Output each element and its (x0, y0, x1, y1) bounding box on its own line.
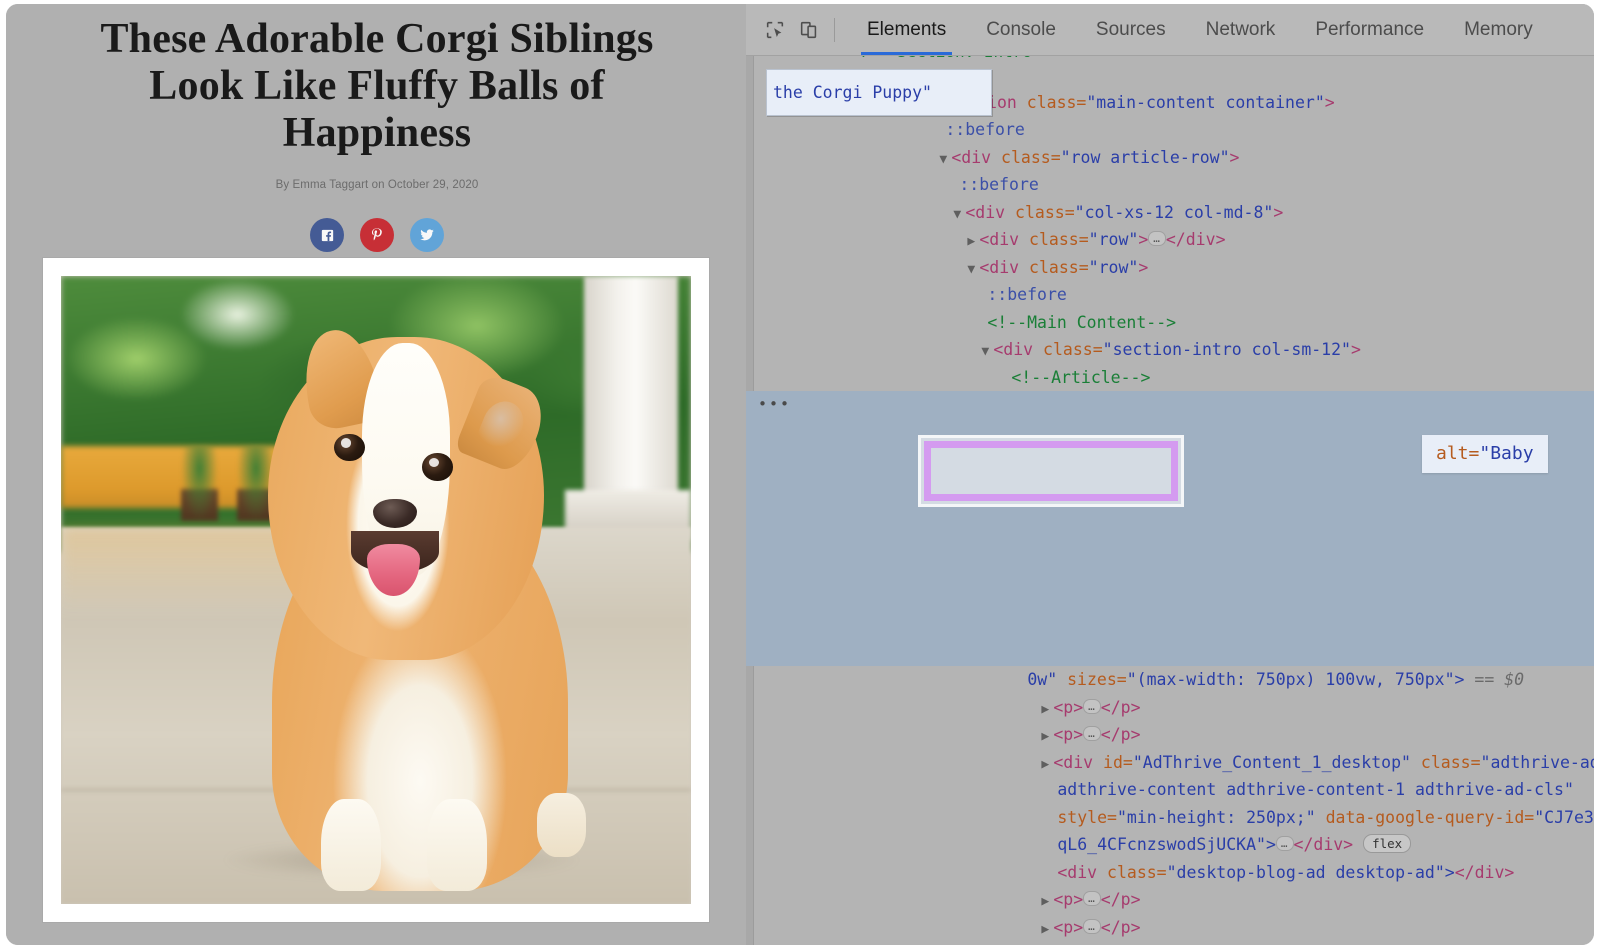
dom-node-section-intro[interactable]: ▼<div class="section-intro col-sm-12"> (746, 309, 1594, 337)
device-toolbar-icon[interactable] (792, 13, 826, 47)
dom-node-row-expanded[interactable]: ▼<div class="row"> (746, 226, 1594, 254)
tab-network[interactable]: Network (1186, 4, 1296, 55)
twitter-share-button[interactable] (410, 218, 444, 252)
dog-nose (373, 499, 417, 528)
photo-potted-plant-left (181, 446, 219, 521)
dom-node-img-line6[interactable]: r-baby-corgi-dogs-8.jpg 750w, https://my… (746, 529, 1594, 557)
dom-node-adthrive-l2[interactable]: adthrive-content adthrive-content-1 adth… (746, 749, 1594, 777)
dom-node-p-5[interactable]: ▶<p>…</p> (746, 914, 1594, 942)
dom-node-article[interactable]: ▼<article class="first-page article "> (746, 364, 1594, 392)
attribute-edit-highlight (918, 435, 1184, 507)
dom-node-img-line10[interactable]: 0w" sizes="(max-width: 750px) 100vw, 750… (746, 639, 1594, 667)
dom-node-img-selected[interactable]: •••<img decoding="async" class="alignnon… (746, 391, 1594, 419)
pinterest-share-button[interactable] (360, 218, 394, 252)
dom-comment-main-content[interactable]: <!--Main Content--> (746, 281, 1594, 309)
facebook-icon (319, 227, 336, 244)
tab-console[interactable]: Console (966, 4, 1076, 55)
dom-node-img-line7[interactable]: p/wp-content/uploads/2020/10/cooper-baby… (746, 556, 1594, 584)
tab-memory[interactable]: Memory (1444, 4, 1553, 55)
suggestion-attr-value: "Baby (1479, 440, 1533, 468)
dog-head (268, 337, 543, 661)
attribute-edit-input[interactable]: the Corgi Puppy" (766, 69, 992, 116)
dom-node-adthrive-l3[interactable]: style="min-height: 250px;" data-google-q… (746, 776, 1594, 804)
pinterest-icon (368, 226, 386, 244)
screenshot-root: These Adorable Corgi Siblings Look Like … (0, 0, 1600, 949)
dog-front-paw-left (321, 799, 381, 891)
dom-node-img-line8[interactable]: 00x300.jpg 300w, https://mymodernmet.com… (746, 584, 1594, 612)
dom-node-p-4[interactable]: ▶<p>…</p> (746, 886, 1594, 914)
dog-eye-left (334, 434, 364, 462)
inspect-element-icon[interactable] (758, 13, 792, 47)
attribute-edit-focus-ring (924, 441, 1178, 501)
dog-tongue (367, 544, 419, 596)
browser-window: These Adorable Corgi Siblings Look Like … (6, 4, 1594, 945)
attribute-suggestion-tooltip[interactable]: alt="Baby (1422, 435, 1548, 473)
node-overflow-dots[interactable]: ••• (758, 391, 791, 419)
article-image-frame (43, 258, 709, 922)
dog-ear-right (453, 372, 551, 477)
dom-node-desktop-ad[interactable]: <div class="desktop-blog-ad desktop-ad">… (746, 831, 1594, 859)
twitter-icon (418, 226, 436, 244)
toolbar-divider (834, 18, 835, 42)
suggestion-attr-name: alt= (1436, 440, 1479, 468)
devtools-toolbar: Elements Console Sources Network Perform… (746, 4, 1594, 56)
dom-node-adthrive[interactable]: ▶<div id="AdThrive_Content_1_desktop" cl… (746, 721, 1594, 749)
devtools-panel: <!-- Section: Intro --> Elements (746, 4, 1594, 945)
tab-performance[interactable]: Performance (1295, 4, 1444, 55)
dom-node-row-collapsed[interactable]: ▶<div class="row">…</div> (746, 199, 1594, 227)
article-page: These Adorable Corgi Siblings Look Like … (6, 4, 746, 945)
article-byline: By Emma Taggart on October 29, 2020 (52, 179, 702, 191)
corgi-puppy-image[interactable] (61, 276, 691, 904)
dom-tree[interactable]: ▼<section class="main-content container"… (746, 56, 1594, 945)
dog-front-paw-right (427, 799, 487, 891)
corgi-puppy-figure (244, 314, 597, 892)
dom-comment-article[interactable]: <!--Article--> (746, 336, 1594, 364)
tab-elements[interactable]: Elements (847, 4, 966, 55)
dom-node-col[interactable]: ▼<div class="col-xs-12 col-md-8"> (746, 171, 1594, 199)
dom-node-p-2[interactable]: ▶<p>…</p> (746, 694, 1594, 722)
dom-node-p-1[interactable]: ▶<p>…</p> (746, 666, 1594, 694)
dog-hind-paw (537, 793, 586, 857)
dom-node-before-2[interactable]: ::before (746, 144, 1594, 172)
dom-node-before-3[interactable]: ::before (746, 254, 1594, 282)
dom-node-article-row[interactable]: ▼<div class="row article-row"> (746, 116, 1594, 144)
dom-node-p-3[interactable]: ▶<p>…</p> (746, 859, 1594, 887)
dom-node-img-line9[interactable]: uploads/2020/10/cooper-baby-corgi-dogs-8… (746, 611, 1594, 639)
dom-node-adthrive-l4[interactable]: qL6_4CFcnzswodSjUCKA">…</div> flex (746, 804, 1594, 832)
devtools-tab-bar: Elements Console Sources Network Perform… (847, 4, 1553, 55)
tab-sources[interactable]: Sources (1076, 4, 1186, 55)
dom-node-h2[interactable]: ▶<h2>…</h2> (746, 941, 1594, 945)
page-title: These Adorable Corgi Siblings Look Like … (52, 16, 702, 157)
social-share-row (52, 218, 702, 252)
dog-eye-right (422, 453, 452, 481)
facebook-share-button[interactable] (310, 218, 344, 252)
